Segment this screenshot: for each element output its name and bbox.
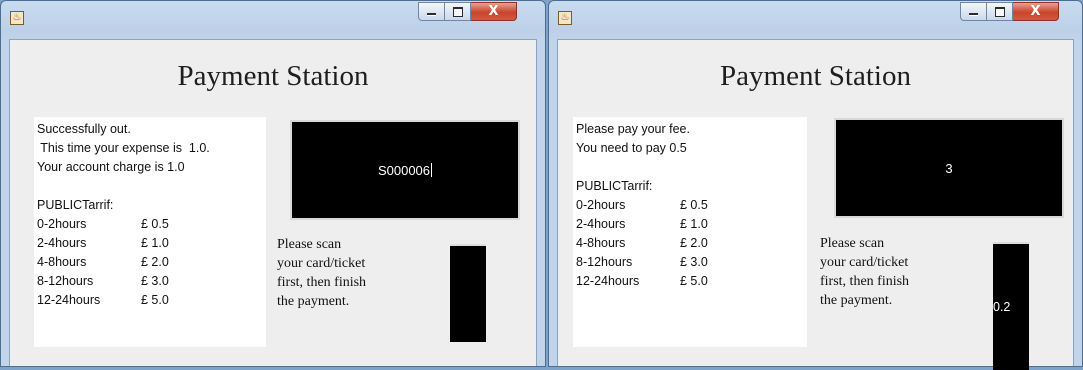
client-area: Payment Station Successfully out. This t… [9,39,537,366]
scan-instructions: Please scan your card/ticket first, then… [277,235,417,311]
scan-display[interactable]: S000006 [290,120,520,220]
minimize-button[interactable] [960,2,987,21]
message-line: Your account charge is 1.0 [37,160,185,174]
message-line: You need to pay 0.5 [576,141,687,155]
instruction-line: the payment. [277,294,350,309]
info-panel: Successfully out. This time your expense… [34,117,266,347]
info-panel: Please pay your fee. You need to pay 0.5… [573,117,807,347]
instruction-line: Please scan [820,236,885,251]
instruction-line: first, then finish [277,275,367,290]
instruction-line: your card/ticket [277,256,366,271]
tariff-row: 0-2hours £ 0.5 [37,215,266,234]
tariff-price: £ 1.0 [141,236,169,250]
window-controls: X [960,2,1059,21]
minimize-icon [969,13,978,15]
tariff-period: 12-24hours [576,274,640,288]
tariff-row: 0-2hours £ 0.5 [576,196,807,215]
tariff-price: £ 1.0 [680,217,708,231]
close-icon: X [488,4,499,19]
title-bar[interactable]: ♨ X [1,1,545,39]
close-button[interactable]: X [1013,2,1059,21]
tariff-row: 12-24hours £ 5.0 [576,272,807,291]
tariff-price: £ 2.0 [680,236,708,250]
message-line: Successfully out. [37,122,131,136]
message-line: Please pay your fee. [576,122,690,136]
scan-instructions: Please scan your card/ticket first, then… [820,234,960,310]
tariff-period: 8-12hours [576,255,633,269]
tariff-price: £ 3.0 [141,274,169,288]
close-button[interactable]: X [471,2,517,21]
tariff-row: 8-12hours £ 3.0 [37,272,266,291]
tariff-row: 12-24hours £ 5.0 [37,291,266,310]
page-title: Payment Station [720,60,911,92]
maximize-button[interactable] [987,2,1013,21]
minimize-icon [427,13,436,15]
instruction-line: your card/ticket [820,255,909,270]
scan-display[interactable]: 3 [834,118,1064,218]
title-bar[interactable]: ♨ X [549,1,1082,39]
tariff-price: £ 3.0 [680,255,708,269]
tariff-price: £ 5.0 [141,293,169,307]
minimize-button[interactable] [418,2,445,21]
instruction-line: the payment. [820,293,893,308]
window-controls: X [418,2,517,21]
payment-display[interactable] [450,244,486,342]
instruction-line: Please scan [277,237,342,252]
tariff-period: 8-12hours [37,274,94,288]
payment-display[interactable]: 0.2 [993,242,1029,370]
tariff-period: 12-24hours [37,293,101,307]
scan-display-text: 3 [945,160,953,176]
tariff-period: 0-2hours [576,198,626,212]
tariff-row: 4-8hours £ 2.0 [576,234,807,253]
maximize-icon [995,7,1005,17]
payment-display-text: 0.2 [993,300,1011,314]
message-line: This time your expense is 1.0. [37,141,210,155]
tariff-period: 4-8hours [37,255,87,269]
tariff-price: £ 2.0 [141,255,169,269]
tariff-price: £ 0.5 [680,198,708,212]
tariff-period: 4-8hours [576,236,626,250]
tariff-row: 2-4hours £ 1.0 [37,234,266,253]
instruction-line: first, then finish [820,274,910,289]
text-cursor [431,163,433,177]
maximize-button[interactable] [445,2,471,21]
tariff-price: £ 5.0 [680,274,708,288]
tariff-period: 2-4hours [576,217,626,231]
tariff-price: £ 0.5 [141,217,169,231]
page-title: Payment Station [177,60,369,92]
tariff-row: 4-8hours £ 2.0 [37,253,266,272]
payment-station-window-right: ♨ X Payment Station Please pay your fee.… [548,0,1083,370]
scan-display-text: S000006 [377,162,431,178]
tariff-period: 0-2hours [37,217,87,231]
maximize-icon [453,7,463,17]
payment-station-window-left: ♨ X Payment Station Successfully out. Th… [0,0,546,367]
tariff-heading: PUBLICTarrif: [576,179,653,193]
java-app-icon[interactable]: ♨ [558,11,572,25]
tariff-period: 2-4hours [37,236,87,250]
tariff-row: 2-4hours £ 1.0 [576,215,807,234]
client-area: Payment Station Please pay your fee. You… [557,39,1074,370]
tariff-row: 8-12hours £ 3.0 [576,253,807,272]
tariff-heading: PUBLICTarrif: [37,198,114,212]
close-icon: X [1030,4,1041,19]
java-app-icon[interactable]: ♨ [10,11,24,25]
